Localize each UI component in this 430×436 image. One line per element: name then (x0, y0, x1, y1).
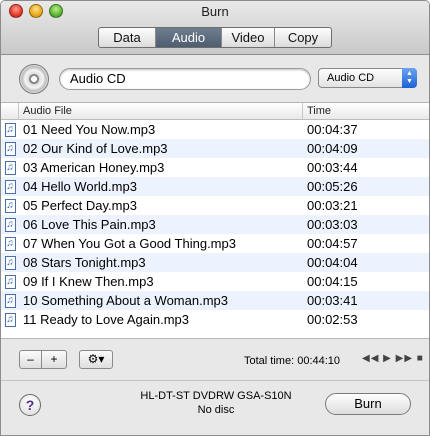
table-header: Audio File Time (1, 103, 429, 120)
note-cell: ♫ (1, 272, 19, 291)
time-cell: 00:02:53 (307, 312, 358, 327)
note-cell: ♫ (1, 196, 19, 215)
time-cell: 00:03:44 (307, 160, 358, 175)
music-note-icon: ♫ (4, 312, 16, 327)
audio-file-cell: 07 When You Got a Good Thing.mp3 (23, 236, 236, 251)
table-row[interactable]: ♫ 04 Hello World.mp3 00:05:26 (1, 177, 429, 196)
music-note-icon: ♫ (4, 217, 16, 232)
playback-controls[interactable]: ◀◀ ▶ ▶▶ ■ (362, 353, 424, 364)
mode-tabs: Data Audio Video Copy (98, 27, 332, 48)
total-time: Total time: 00:44:10 (244, 355, 340, 367)
note-cell: ♫ (1, 215, 19, 234)
audio-file-cell: 08 Stars Tonight.mp3 (23, 255, 146, 270)
time-cell: 00:04:37 (307, 122, 358, 137)
table-row[interactable]: ♫ 05 Perfect Day.mp3 00:03:21 (1, 196, 429, 215)
note-cell: ♫ (1, 291, 19, 310)
total-time-label: Total time: (244, 355, 295, 367)
audio-file-cell: 05 Perfect Day.mp3 (23, 198, 137, 213)
popup-arrows-icon: ▲ ▼ (402, 68, 417, 88)
time-cell: 00:04:09 (307, 141, 358, 156)
audio-file-cell: 06 Love This Pain.mp3 (23, 217, 156, 232)
table-row[interactable]: ♫ 02 Our Kind of Love.mp3 00:04:09 (1, 139, 429, 158)
music-note-icon: ♫ (4, 198, 16, 213)
audio-file-cell: 04 Hello World.mp3 (23, 179, 137, 194)
audio-file-cell: 09 If I Knew Then.mp3 (23, 274, 154, 289)
disc-type-selected: Audio CD (327, 72, 375, 84)
note-cell: ♫ (1, 234, 19, 253)
help-button[interactable]: ? (19, 394, 41, 416)
audio-file-cell: 02 Our Kind of Love.mp3 (23, 141, 168, 156)
table-body: ♫ 01 Need You Now.mp3 00:04:37 ♫ 02 Our Kind… (1, 120, 429, 329)
time-cell: 00:05:26 (307, 179, 358, 194)
music-note-icon: ♫ (4, 160, 16, 175)
remove-track-button[interactable]: – (19, 350, 42, 369)
audio-file-cell: 11 Ready to Love Again.mp3 (23, 312, 189, 327)
note-cell: ♫ (1, 253, 19, 272)
footer: ? HL-DT-ST DVDRW GSA-S10N No disc Burn (1, 380, 429, 435)
tab-video[interactable]: Video (222, 28, 275, 47)
cd-disc-icon (19, 64, 49, 94)
table-row[interactable]: ♫ 01 Need You Now.mp3 00:04:37 (1, 120, 429, 139)
time-cell: 00:03:21 (307, 198, 358, 213)
add-track-button[interactable]: + (41, 350, 67, 369)
audio-file-cell: 01 Need You Now.mp3 (23, 122, 156, 137)
header-corner (1, 103, 19, 119)
column-header-time[interactable]: Time (303, 103, 429, 119)
table-row[interactable]: ♫ 10 Something About a Woman.mp3 00:03:41 (1, 291, 429, 310)
total-time-value: 00:44:10 (297, 355, 341, 367)
time-cell: 00:04:57 (307, 236, 358, 251)
gear-icon[interactable]: ⚙▾ (79, 350, 113, 369)
music-note-icon: ♫ (4, 141, 16, 156)
drive-status: No disc (197, 404, 235, 416)
title-bar: Burn Data Audio Video Copy (1, 1, 429, 55)
audio-file-cell: 10 Something About a Woman.mp3 (23, 293, 228, 308)
note-cell: ♫ (1, 310, 19, 329)
track-controls: – + ⚙▾ Total time: 00:44:10 ◀◀ ▶ ▶▶ ■ (1, 340, 429, 380)
tab-audio[interactable]: Audio (156, 28, 222, 47)
music-note-icon: ♫ (4, 255, 16, 270)
note-cell: ♫ (1, 139, 19, 158)
table-row[interactable]: ♫ 09 If I Knew Then.mp3 00:04:15 (1, 272, 429, 291)
music-note-icon: ♫ (4, 236, 16, 251)
time-cell: 00:03:41 (307, 293, 358, 308)
music-note-icon: ♫ (4, 179, 16, 194)
disc-type-popup[interactable]: Audio CD ▲ ▼ (318, 68, 417, 88)
track-table: Audio File Time ♫ 01 Need You Now.mp3 00:0… (1, 102, 429, 339)
disc-name-field[interactable]: Audio CD (59, 68, 311, 90)
time-cell: 00:04:04 (307, 255, 358, 270)
note-cell: ♫ (1, 177, 19, 196)
note-cell: ♫ (1, 158, 19, 177)
audio-file-cell: 03 American Honey.mp3 (23, 160, 165, 175)
drive-name: HL-DT-ST DVDRW GSA-S10N (140, 390, 292, 402)
disc-settings-bar: Audio CD Audio CD ▲ ▼ (1, 56, 429, 102)
music-note-icon: ♫ (4, 122, 16, 137)
time-cell: 00:03:03 (307, 217, 358, 232)
table-row[interactable]: ♫ 08 Stars Tonight.mp3 00:04:04 (1, 253, 429, 272)
time-cell: 00:04:15 (307, 274, 358, 289)
burn-button[interactable]: Burn (325, 393, 411, 415)
window-title: Burn (201, 4, 229, 19)
drive-info: HL-DT-ST DVDRW GSA-S10N No disc (121, 389, 311, 417)
music-note-icon: ♫ (4, 274, 16, 289)
table-row[interactable]: ♫ 06 Love This Pain.mp3 00:03:03 (1, 215, 429, 234)
column-header-audio-file[interactable]: Audio File (19, 103, 303, 119)
table-row[interactable]: ♫ 03 American Honey.mp3 00:03:44 (1, 158, 429, 177)
burn-window: Burn Data Audio Video Copy Audio CD Audi… (0, 0, 430, 436)
music-note-icon: ♫ (4, 293, 16, 308)
note-cell: ♫ (1, 120, 19, 139)
table-row[interactable]: ♫ 11 Ready to Love Again.mp3 00:02:53 (1, 310, 429, 329)
tab-copy[interactable]: Copy (275, 28, 331, 47)
table-row[interactable]: ♫ 07 When You Got a Good Thing.mp3 00:04:5… (1, 234, 429, 253)
tab-data[interactable]: Data (99, 28, 156, 47)
